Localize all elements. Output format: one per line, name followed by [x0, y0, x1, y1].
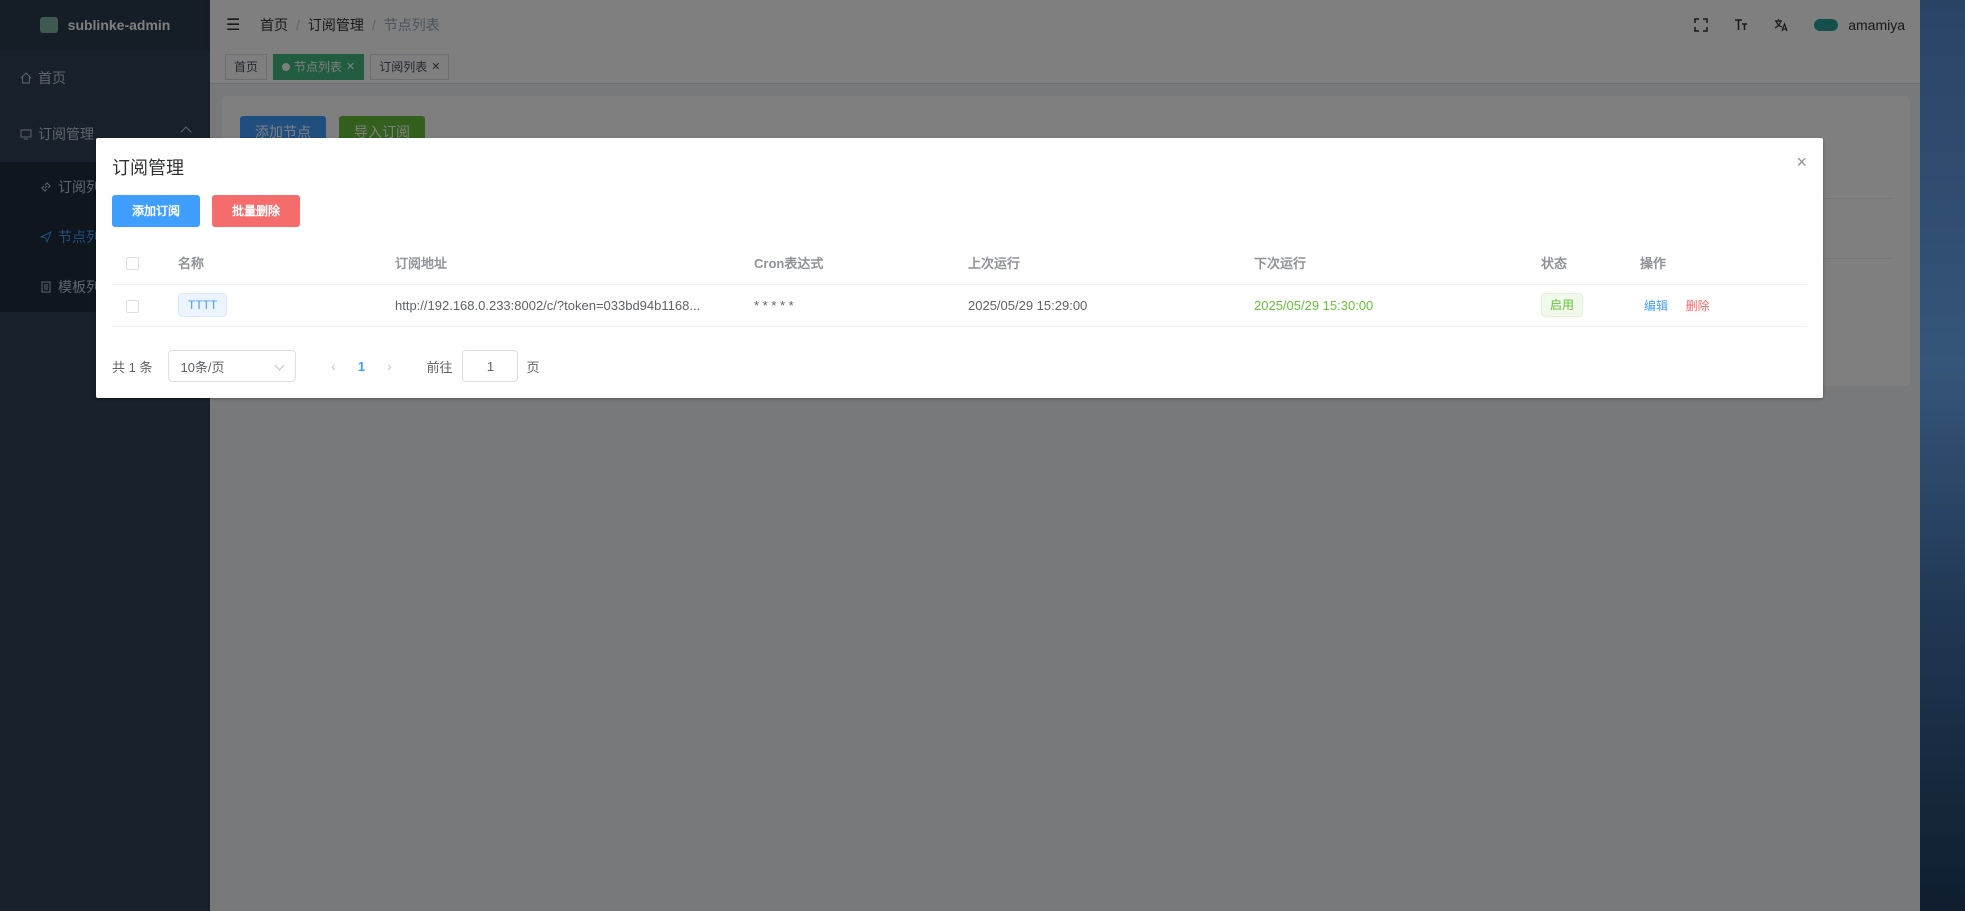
subscription-dialog: 订阅管理 × 添加订阅 批量删除 名称 订阅地址 Cron表达式 上次运行 下次…: [96, 138, 1823, 398]
page-size-select[interactable]: 10条/页: [168, 350, 297, 382]
subscription-url: http://192.168.0.233:8002/c/?token=033bd…: [395, 298, 701, 314]
column-header: 名称: [178, 242, 395, 285]
batch-delete-button[interactable]: 批量删除: [212, 195, 300, 227]
name-tag: TTTT: [178, 293, 228, 317]
table-row: TTTT http://192.168.0.233:8002/c/?token=…: [112, 284, 1807, 327]
column-header: 状态: [1541, 242, 1640, 285]
column-header: 操作: [1640, 242, 1807, 285]
next-run: 2025/05/29 15:30:00: [1254, 284, 1541, 327]
edit-button[interactable]: 编辑: [1644, 299, 1668, 313]
pagination: 共 1 条 10条/页 ‹ 1 › 前往 1 页: [112, 350, 540, 382]
last-run: 2025/05/29 15:29:00: [968, 284, 1254, 327]
column-header: Cron表达式: [754, 242, 968, 285]
close-icon[interactable]: ×: [1796, 152, 1807, 173]
column-header: 上次运行: [968, 242, 1254, 285]
select-all-checkbox[interactable]: [126, 257, 139, 271]
goto-label: 前往: [426, 359, 453, 375]
goto-unit: 页: [526, 359, 540, 375]
column-header: 订阅地址: [395, 242, 754, 285]
status-badge: 启用: [1541, 293, 1584, 317]
row-checkbox[interactable]: [126, 299, 139, 313]
chevron-down-icon: [275, 360, 285, 371]
column-header: 下次运行: [1254, 242, 1541, 285]
delete-button[interactable]: 删除: [1686, 299, 1710, 313]
page-number[interactable]: 1: [346, 359, 376, 374]
subscription-table: 名称 订阅地址 Cron表达式 上次运行 下次运行 状态 操作 TTTT htt…: [112, 242, 1807, 327]
modal-overlay[interactable]: [0, 0, 1920, 911]
dialog-title: 订阅管理: [112, 158, 184, 178]
total-count: 共 1 条: [112, 359, 153, 375]
desktop-wallpaper: [1920, 0, 1965, 911]
table-header: 名称 订阅地址 Cron表达式 上次运行 下次运行 状态 操作: [112, 242, 1807, 285]
add-subscription-button[interactable]: 添加订阅: [112, 195, 200, 227]
cron-expression: * * * * *: [754, 284, 968, 327]
goto-page-input[interactable]: 1: [462, 350, 519, 382]
page-size-value: 10条/页: [180, 359, 225, 375]
prev-page-button[interactable]: ‹: [320, 358, 346, 374]
next-page-button[interactable]: ›: [376, 358, 402, 374]
